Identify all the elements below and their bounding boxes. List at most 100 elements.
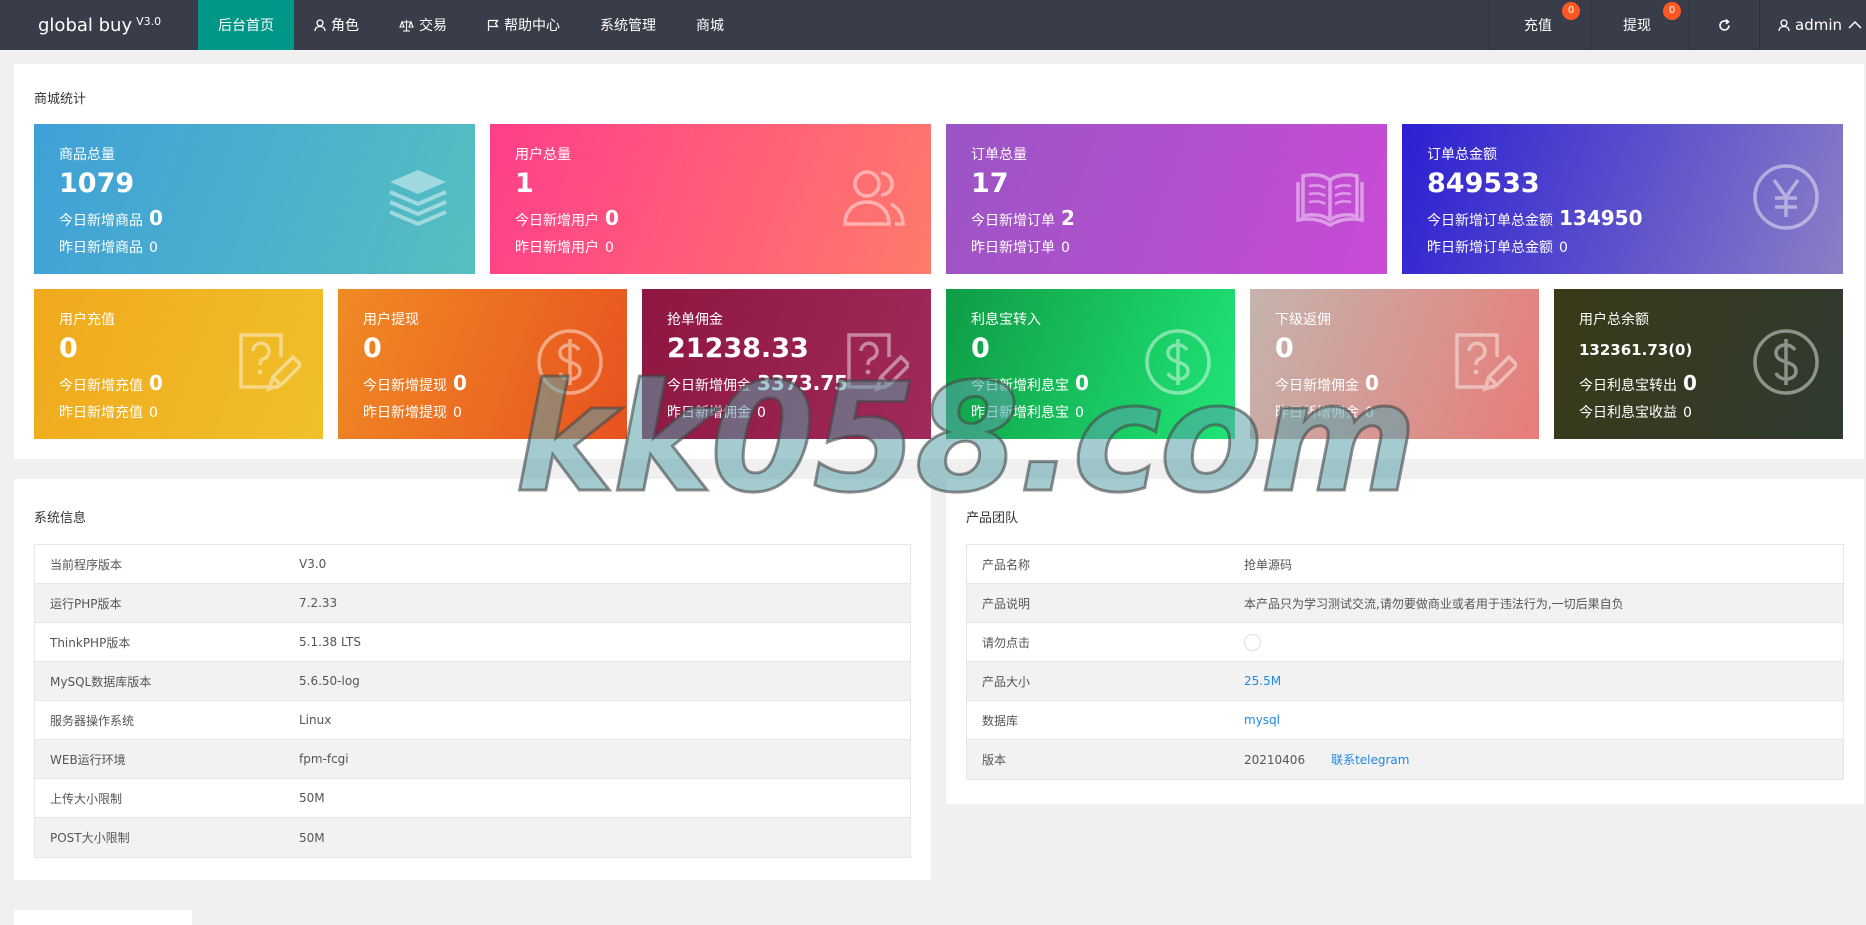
stat-card: 下级返佣 0 今日新增佣金 0 昨日新增佣金 0 [1250,289,1539,439]
row-key: 上传大小限制 [50,791,123,806]
stat-value: 1079 [59,168,135,199]
row-key: 产品说明 [982,596,1031,611]
question-doc-icon [1447,327,1520,397]
stat-yest-label: 昨日新增订单 [971,240,1055,256]
team-title: 产品团队 [966,511,1019,526]
dollar-icon [535,327,605,397]
row-key: 产品名称 [982,557,1031,572]
table-row: 运行PHP版本 7.2.33 [35,584,910,623]
stat-yesterday: 昨日新增商品 0 [59,237,158,257]
stat-today-label: 今日新增商品 [59,213,143,229]
stat-title: 利息宝转入 [971,312,1041,328]
user-icon [314,18,326,31]
bottom-panel [14,910,192,925]
stat-today-label: 今日新增佣金 [1275,378,1359,394]
row-key: POST大小限制 [50,831,130,845]
stat-yest-label: 今日利息宝收益 [1579,405,1677,421]
nav-item-trade[interactable]: 交易 [379,0,467,50]
yen-icon [1751,162,1821,232]
stat-title: 用户充值 [59,312,115,328]
row-value[interactable]: 25.5M [1244,674,1281,688]
team-panel: 产品团队 产品名称 抢单源码 产品说明 本产品只为学习测试交流,请勿要做商业或者用于违… [946,479,1864,804]
nav-item-system[interactable]: 系统管理 [580,0,676,50]
row-value[interactable]: mysql [1244,713,1280,727]
stat-today: 今日新增订单 2 [971,206,1075,230]
stat-today-label: 今日新增提现 [363,378,447,394]
row-value: 7.2.33 [299,596,338,610]
table-row: WEB运行环境 fpm-fcgi [35,740,910,779]
withdraw-badge: 0 [1663,2,1681,20]
nav-label: 商城 [696,18,724,34]
stat-today-value: 134950 [1559,206,1643,230]
stat-today-value: 3373.75 [757,371,849,395]
refresh-button[interactable] [1689,0,1759,50]
table-row: 请勿点击 [967,623,1843,662]
stat-value: 17 [971,168,1009,199]
table-row: 版本 20210406 联系telegram [967,740,1843,779]
stat-yest-label: 昨日新增商品 [59,240,143,256]
stat-value: 0 [1275,333,1294,364]
nav-item-home[interactable]: 后台首页 [198,0,294,50]
stat-yest-value: 0 [605,240,614,256]
stat-today-value: 0 [149,206,163,230]
stat-yest-value: 0 [1683,405,1692,421]
row-value: 5.1.38 LTS [299,635,361,649]
users-icon [839,162,909,232]
row-value: 20210406 [1244,752,1306,767]
stat-card: 订单总金额 849533 今日新增订单总金额 134950 昨日新增订单总金额 0 [1402,124,1843,274]
stat-yesterday: 昨日新增订单 0 [971,237,1070,257]
app-brand[interactable]: global buy V3.0 [0,0,198,50]
book-icon [1295,162,1365,232]
stat-yest-value: 0 [453,405,462,421]
stats-title: 商城统计 [34,92,87,107]
stat-value: 0 [363,333,382,364]
username: admin [1795,16,1842,34]
table-row: 数据库 mysql [967,701,1843,740]
stat-yesterday: 昨日新增佣金 0 [1275,402,1374,422]
stat-value: 849533 [1427,168,1540,199]
stat-yest-value: 0 [757,405,766,421]
telegram-link[interactable]: 联系telegram [1331,751,1409,768]
nav-label: 系统管理 [600,18,656,34]
stat-today: 今日新增商品 0 [59,206,163,230]
withdraw-link[interactable]: 提现 0 [1590,0,1689,50]
row-value: V3.0 [299,557,327,571]
nav-item-role[interactable]: 角色 [294,0,379,50]
row-key: 运行PHP版本 [50,596,122,611]
stat-yest-label: 昨日新增利息宝 [971,405,1069,421]
app-name: global buy [38,14,133,36]
user-menu[interactable]: admin [1759,0,1866,50]
stat-card: 用户充值 0 今日新增充值 0 昨日新增充值 0 [34,289,323,439]
stat-value: 0 [59,333,78,364]
row-key: 产品大小 [982,674,1031,689]
stat-today-value: 2 [1061,206,1075,230]
stat-value: 1 [515,168,534,199]
stat-value: 21238.33 [667,333,809,364]
row-key: MySQL数据库版本 [50,674,152,689]
stat-today: 今日新增订单总金额 134950 [1427,206,1643,230]
sysinfo-panel: 系统信息 当前程序版本 V3.0 运行PHP版本 7.2.33 ThinkPHP版本 5.… [14,479,931,880]
main-nav: 后台首页 角色 交易 帮助中心 系统管理 商城 [198,0,744,50]
stat-today-label: 今日利息宝转出 [1579,378,1677,394]
nav-item-mall[interactable]: 商城 [676,0,744,50]
stat-today-label: 今日新增订单 [971,213,1055,229]
stat-yest-value: 0 [1559,240,1568,256]
nav-label: 交易 [419,18,447,34]
flag-icon [487,19,499,31]
recharge-link[interactable]: 充值 0 [1489,0,1590,50]
stat-today-value: 0 [1683,371,1697,395]
stat-yesterday: 昨日新增充值 0 [59,402,158,422]
table-row: MySQL数据库版本 5.6.50-log [35,662,910,701]
question-doc-icon [231,327,304,397]
row-value: 抢单源码 [1244,557,1293,572]
do-not-click-icon[interactable] [1244,633,1261,651]
recharge-label: 充值 [1524,18,1552,34]
withdraw-label: 提现 [1623,18,1651,34]
stat-today: 今日新增利息宝 0 [971,371,1089,395]
row-key: 当前程序版本 [50,557,123,572]
stat-card: 商品总量 1079 今日新增商品 0 昨日新增商品 0 [34,124,475,274]
stat-title: 订单总量 [971,147,1027,163]
table-row: 产品大小 25.5M [967,662,1843,701]
nav-item-help[interactable]: 帮助中心 [467,0,580,50]
user-icon [1778,18,1790,31]
